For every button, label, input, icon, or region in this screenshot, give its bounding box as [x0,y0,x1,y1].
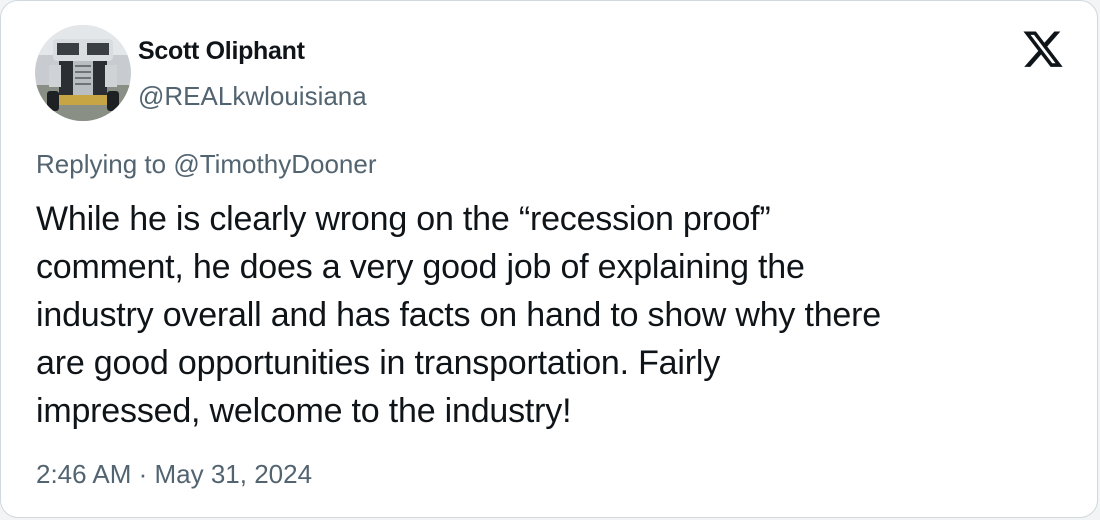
replying-to-line: Replying to @TimothyDooner [36,149,376,180]
author-display-name[interactable]: Scott Oliphant [138,37,305,66]
x-logo-svg [1023,31,1063,67]
author-avatar[interactable] [35,25,131,121]
author-handle[interactable]: @REALkwlouisiana [138,81,367,112]
replying-to-label: Replying to [36,149,174,179]
tweet-timestamp[interactable]: 2:46 AM · May 31, 2024 [36,459,312,490]
tweet-text: While he is clearly wrong on the “recess… [36,200,881,430]
reply-mention-link[interactable]: @TimothyDooner [173,149,376,179]
truck-avatar-image [35,25,131,121]
x-logo-icon[interactable] [1021,31,1065,71]
tweet-card: Scott Oliphant @REALkwlouisiana Replying… [0,0,1098,518]
